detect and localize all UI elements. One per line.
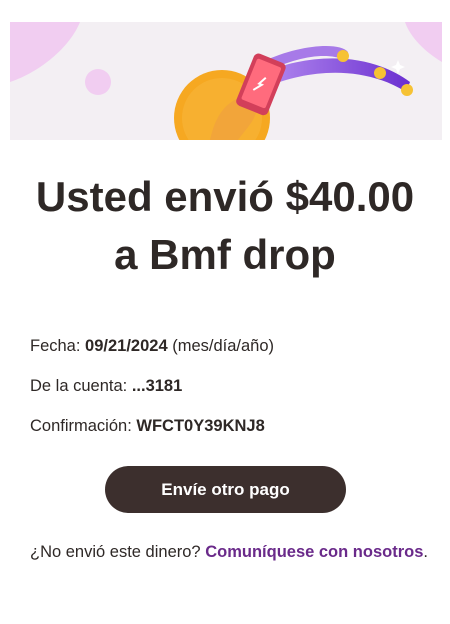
send-another-payment-button[interactable]: Envíe otro pago [105, 466, 346, 513]
footer-period: . [423, 543, 428, 561]
account-value: ...3181 [131, 377, 183, 395]
hero-illustration [10, 22, 442, 140]
decor-blob-right [405, 22, 442, 62]
decor-circle [85, 69, 111, 95]
confirmation-value: WFCT0Y39KNJ8 [136, 417, 265, 435]
date-format-hint: (mes/día/año) [172, 337, 275, 355]
account-label: De la cuenta: [30, 377, 128, 395]
confirmation-label: Confirmación: [30, 417, 132, 435]
date-value: 09/21/2024 [85, 337, 168, 355]
detail-date: Fecha: 09/21/2024 (mes/día/año) [30, 335, 430, 357]
headline-amount: Usted envió $40.00 [35, 173, 415, 220]
decor-blob-left [10, 22, 80, 82]
footer-question: ¿No envió este dinero? [30, 543, 201, 561]
detail-confirmation: Confirmación: WFCT0Y39KNJ8 [30, 415, 430, 437]
payment-details: Fecha: 09/21/2024 (mes/día/año) De la cu… [30, 335, 430, 455]
support-footer: ¿No envió este dinero? Comuníquese con n… [30, 540, 430, 564]
contact-us-link[interactable]: Comuníquese con nosotros [205, 543, 423, 561]
payment-sent-headline: Usted envió $40.00 a Bmf drop [0, 168, 450, 284]
date-label: Fecha: [30, 337, 81, 355]
send-money-illustration [10, 22, 442, 140]
detail-account: De la cuenta: ...3181 [30, 375, 430, 397]
headline-recipient: a Bmf drop [114, 231, 336, 278]
